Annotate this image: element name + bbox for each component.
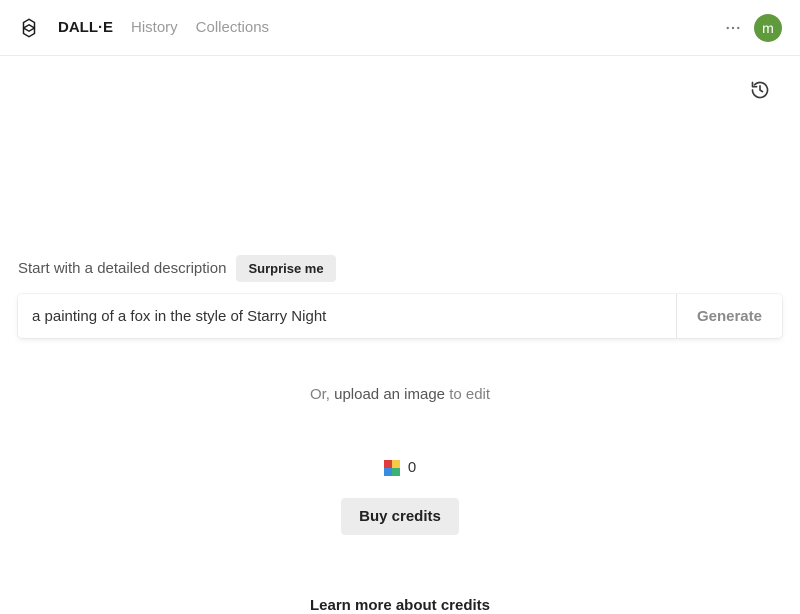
generate-button[interactable]: Generate [676,294,782,338]
credits-count: 0 [408,459,416,476]
main-content: Start with a detailed description Surpri… [0,255,800,614]
prompt-input[interactable] [18,294,676,338]
openai-logo-icon[interactable] [18,17,40,39]
intro-text: Start with a detailed description [18,260,226,277]
upload-prefix: Or, [310,386,334,403]
header-right: m [724,14,782,42]
prompt-box: Generate [18,294,782,338]
history-icon-row [0,56,800,105]
header: DALL·E History Collections m [0,0,800,56]
credits-row: 0 [18,459,782,476]
history-icon[interactable] [750,80,770,105]
nav-history[interactable]: History [131,19,178,36]
credits-icon [384,460,400,476]
buy-credits-row: Buy credits [18,498,782,535]
nav-dalle[interactable]: DALL·E [58,19,113,36]
surprise-me-button[interactable]: Surprise me [236,255,335,282]
header-left: DALL·E History Collections [18,17,269,39]
upload-row: Or, upload an image to edit [18,386,782,403]
more-menu-icon[interactable] [724,19,742,37]
buy-credits-button[interactable]: Buy credits [341,498,459,535]
user-avatar[interactable]: m [754,14,782,42]
upload-image-link[interactable]: upload an image [334,386,445,403]
upload-suffix: to edit [445,386,490,403]
nav-collections[interactable]: Collections [196,19,269,36]
intro-row: Start with a detailed description Surpri… [18,255,782,282]
